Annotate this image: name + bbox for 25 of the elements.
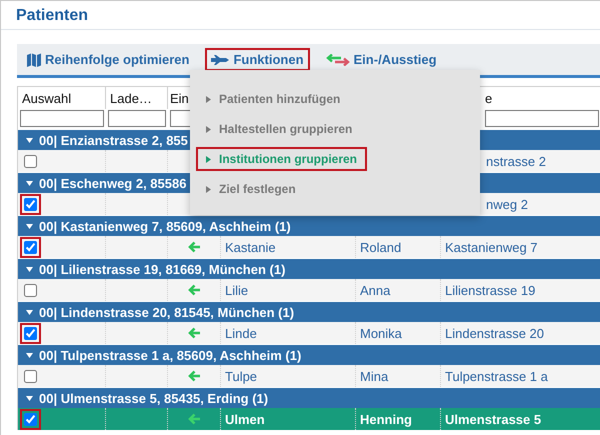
table-cell: nstrasse 2	[486, 154, 546, 168]
table-cell: Tulpe	[225, 368, 258, 384]
table-cell: Kastanienweg 7	[445, 240, 538, 254]
table-cell: Monika	[360, 326, 402, 340]
table-cell: Lindenstrasse 20	[445, 326, 544, 340]
table-cell: Lilienstrasse 19	[445, 282, 536, 298]
group-label: 00| Eschenweg 2, 85586	[39, 176, 186, 190]
window-title: Patienten	[1, 1, 600, 30]
table-cell: Roland	[360, 240, 402, 254]
table-cell: Anna	[360, 282, 390, 298]
group-label: 00| Lilienstrasse 19, 81669, München (1)	[39, 262, 286, 276]
group-label: 00| Kastanienweg 7, 85609, Aschheim (1)	[39, 218, 291, 234]
group-label: 00| Lindenstrasse 20, 81545, München (1)	[39, 304, 294, 320]
table-cell: Mina	[360, 368, 388, 384]
table-cell: Ulmen	[225, 412, 265, 426]
table-cell: Ulmenstrasse 5	[445, 412, 542, 426]
table-cell: Kastanie	[225, 240, 276, 254]
table-cell: Linde	[225, 326, 257, 340]
group-label: 00| Ulmenstrasse 5, 85435, Erding (1)	[39, 390, 268, 406]
group-label: 00| Enzianstrasse 2, 855	[39, 132, 188, 148]
table-cell: nweg 2	[486, 196, 528, 212]
group-label: 00| Tulpenstrasse 1 a, 85609, Aschheim (1)	[39, 348, 302, 362]
table-cell: Lilie	[225, 282, 248, 298]
table-cell: Henning	[360, 412, 412, 426]
table-cell: Tulpenstrasse 1 a	[445, 368, 548, 384]
